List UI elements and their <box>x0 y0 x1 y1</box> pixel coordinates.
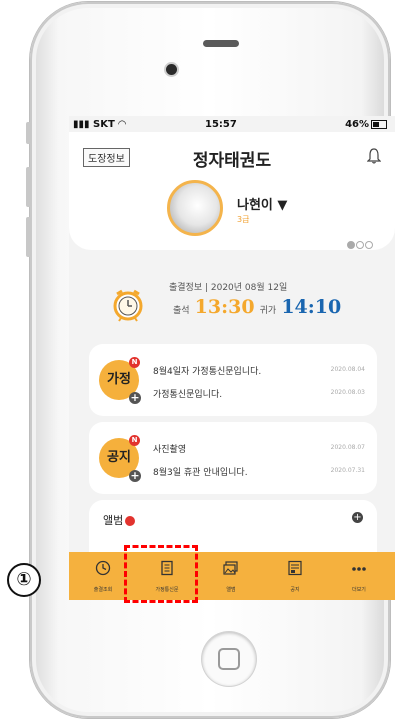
wifi-icon: ◠ <box>118 119 126 130</box>
album-new-dot <box>125 516 136 526</box>
nav-label-more: 더보기 <box>352 587 366 593</box>
album-label: 앨범 <box>103 514 124 527</box>
student-name-dropdown[interactable]: 나현이 ▼ <box>237 194 287 213</box>
bottom-nav: 출결조회 가정통신문 앨범 공지 더보기 <box>69 552 395 600</box>
family-notice-item-2[interactable]: 가정통신문입니다. <box>153 387 222 400</box>
carousel-dots <box>346 234 373 253</box>
check-in-time: 13:30 <box>194 296 255 318</box>
family-notice-item-1[interactable]: 8월4일자 가정통신문입니다. <box>153 364 261 377</box>
check-in-label: 출석 <box>173 306 190 316</box>
nav-item-album[interactable]: 앨범 <box>201 552 261 600</box>
volume-down-button <box>26 217 31 257</box>
add-album-icon[interactable]: + <box>352 512 363 523</box>
add-family-notice-icon[interactable]: + <box>129 392 141 404</box>
family-notice-card: 가정 N + 8월4일자 가정통신문입니다. 2020.08.04 가정통신문입… <box>89 344 377 416</box>
status-time: 15:57 <box>205 119 237 130</box>
step-marker: ① <box>7 563 41 597</box>
add-notice-icon[interactable]: + <box>129 470 141 482</box>
battery-percent: 46% <box>345 119 369 130</box>
family-notice-date-1: 2020.08.04 <box>330 366 365 373</box>
student-grade: 3급 <box>237 215 250 224</box>
nav-label-album: 앨범 <box>226 587 236 593</box>
clock-icon <box>95 560 111 576</box>
mute-switch <box>26 122 31 144</box>
notice-item-2[interactable]: 8월3일 휴관 안내입니다. <box>153 465 248 478</box>
nav-label-notice: 공지 <box>290 587 300 593</box>
carrier-label: ▮▮▮ SKT ◠ <box>73 119 126 130</box>
carousel-dot[interactable] <box>365 241 373 249</box>
volume-up-button <box>26 167 31 207</box>
carousel-dot[interactable] <box>356 241 364 249</box>
bell-icon[interactable] <box>367 148 381 164</box>
earpiece-speaker <box>203 40 239 47</box>
page-title: 정자태권도 <box>192 151 272 171</box>
home-square-icon <box>218 648 240 670</box>
notice-item-1[interactable]: 사진촬영 <box>153 442 186 455</box>
nav-item-notice[interactable]: 공지 <box>265 552 325 600</box>
home-button[interactable] <box>202 632 256 686</box>
carrier-name: SKT <box>93 119 115 130</box>
nav-item-more[interactable]: 더보기 <box>329 552 389 600</box>
front-camera <box>166 64 177 75</box>
carousel-dot-active[interactable] <box>347 241 355 249</box>
attendance-times: 출석 13:30 귀가 14:10 <box>173 296 341 318</box>
album-title: 앨범 <box>103 512 136 528</box>
signal-icon: ▮▮▮ <box>73 119 90 130</box>
highlight-box <box>124 545 198 603</box>
family-notice-date-2: 2020.08.03 <box>330 389 365 396</box>
notice-card: 공지 N + 사진촬영 2020.08.07 8월3일 휴관 안내입니다. 20… <box>89 422 377 494</box>
check-out-time: 14:10 <box>281 296 342 318</box>
attendance-date-label: 출결정보 | 2020년 08월 12일 <box>169 283 288 293</box>
status-bar: ▮▮▮ SKT ◠ 15:57 46% <box>69 116 395 132</box>
avatar[interactable] <box>167 180 223 236</box>
alarm-clock-icon <box>113 289 143 322</box>
app-screen: ▮▮▮ SKT ◠ 15:57 46% 도장정보 정자태권도 나현이 ▼ 3급 … <box>69 116 395 600</box>
notice-date-2: 2020.07.31 <box>330 467 365 474</box>
photo-icon <box>223 561 238 575</box>
app-header: 도장정보 정자태권도 나현이 ▼ 3급 <box>69 132 395 250</box>
notice-date-1: 2020.08.07 <box>330 444 365 451</box>
new-badge: N <box>129 435 140 446</box>
notice-icon <box>288 560 302 576</box>
battery-indicator: 46% <box>345 119 387 130</box>
check-out-label: 귀가 <box>259 306 277 316</box>
more-icon <box>352 567 366 571</box>
battery-icon <box>371 119 387 129</box>
new-badge: N <box>129 357 140 368</box>
